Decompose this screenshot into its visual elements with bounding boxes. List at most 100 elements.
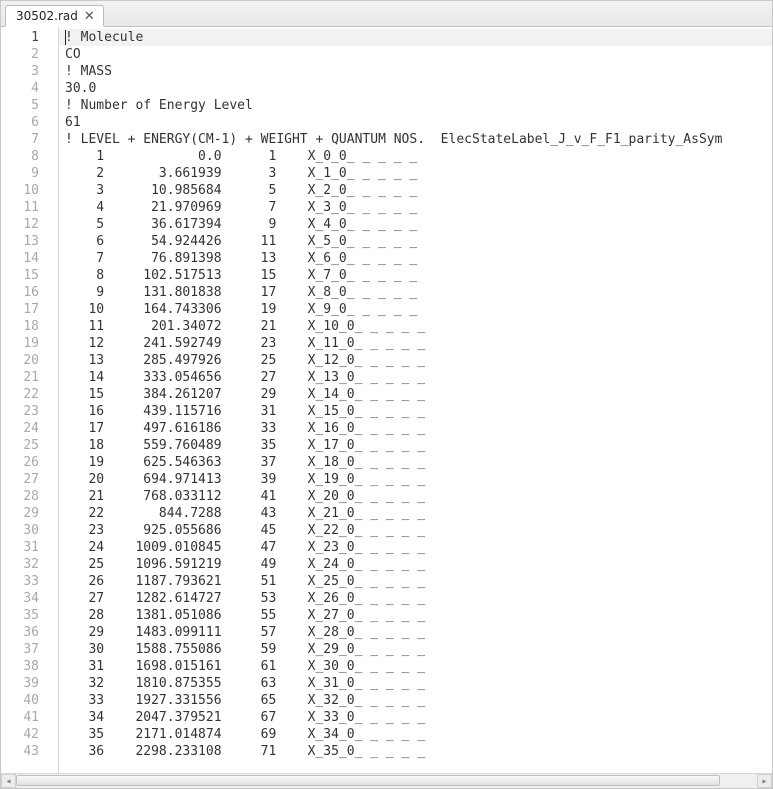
line-number: 31	[1, 539, 39, 556]
code-line[interactable]: 20 694.971413 39 X_19_0_ _ _ _ _	[59, 471, 772, 488]
line-number: 19	[1, 335, 39, 352]
code-line[interactable]: ! LEVEL + ENERGY(CM-1) + WEIGHT + QUANTU…	[59, 131, 772, 148]
line-number: 6	[1, 114, 39, 131]
code-line[interactable]: 6 54.924426 11 X_5_0_ _ _ _ _	[59, 233, 772, 250]
line-number: 23	[1, 403, 39, 420]
line-number: 22	[1, 386, 39, 403]
code-line[interactable]: 27 1282.614727 53 X_26_0_ _ _ _ _	[59, 590, 772, 607]
code-line[interactable]: 11 201.34072 21 X_10_0_ _ _ _ _	[59, 318, 772, 335]
code-content[interactable]: ! MoleculeCO! MASS30.0! Number of Energy…	[59, 27, 772, 773]
line-number: 4	[1, 80, 39, 97]
line-number: 40	[1, 692, 39, 709]
code-line[interactable]: 30.0	[59, 80, 772, 97]
code-line[interactable]: 12 241.592749 23 X_11_0_ _ _ _ _	[59, 335, 772, 352]
editor-window: 30502.rad ✕ 1234567891011121314151617181…	[0, 0, 773, 789]
code-line[interactable]: 4 21.970969 7 X_3_0_ _ _ _ _	[59, 199, 772, 216]
scroll-right-arrow-icon[interactable]: ▸	[757, 774, 772, 788]
line-number: 14	[1, 250, 39, 267]
line-number: 24	[1, 420, 39, 437]
line-number: 25	[1, 437, 39, 454]
code-line[interactable]: 10 164.743306 19 X_9_0_ _ _ _ _	[59, 301, 772, 318]
code-line[interactable]: 30 1588.755086 59 X_29_0_ _ _ _ _	[59, 641, 772, 658]
code-line[interactable]: 15 384.261207 29 X_14_0_ _ _ _ _	[59, 386, 772, 403]
line-number: 10	[1, 182, 39, 199]
code-line[interactable]: ! MASS	[59, 63, 772, 80]
line-number: 33	[1, 573, 39, 590]
line-number: 34	[1, 590, 39, 607]
code-line[interactable]: 16 439.115716 31 X_15_0_ _ _ _ _	[59, 403, 772, 420]
scroll-left-arrow-icon[interactable]: ◂	[1, 774, 16, 788]
line-number: 32	[1, 556, 39, 573]
code-line[interactable]: CO	[59, 46, 772, 63]
code-line[interactable]: 7 76.891398 13 X_6_0_ _ _ _ _	[59, 250, 772, 267]
line-number: 37	[1, 641, 39, 658]
line-number: 36	[1, 624, 39, 641]
line-number: 28	[1, 488, 39, 505]
line-number: 13	[1, 233, 39, 250]
line-number: 38	[1, 658, 39, 675]
code-line[interactable]: 31 1698.015161 61 X_30_0_ _ _ _ _	[59, 658, 772, 675]
code-line[interactable]: 2 3.661939 3 X_1_0_ _ _ _ _	[59, 165, 772, 182]
code-line[interactable]: 35 2171.014874 69 X_34_0_ _ _ _ _	[59, 726, 772, 743]
line-number: 12	[1, 216, 39, 233]
code-line[interactable]: 28 1381.051086 55 X_27_0_ _ _ _ _	[59, 607, 772, 624]
line-number: 43	[1, 743, 39, 760]
line-number: 15	[1, 267, 39, 284]
line-number: 42	[1, 726, 39, 743]
line-number: 17	[1, 301, 39, 318]
line-number: 9	[1, 165, 39, 182]
code-line[interactable]: 61	[59, 114, 772, 131]
line-number: 8	[1, 148, 39, 165]
line-number: 11	[1, 199, 39, 216]
code-line[interactable]: 34 2047.379521 67 X_33_0_ _ _ _ _	[59, 709, 772, 726]
code-line[interactable]: 24 1009.010845 47 X_23_0_ _ _ _ _	[59, 539, 772, 556]
file-tab[interactable]: 30502.rad ✕	[5, 5, 104, 27]
line-number: 3	[1, 63, 39, 80]
code-line[interactable]: 1 0.0 1 X_0_0_ _ _ _ _	[59, 148, 772, 165]
line-number: 7	[1, 131, 39, 148]
gutter-divider	[49, 27, 59, 773]
editor-area[interactable]: 1234567891011121314151617181920212223242…	[1, 27, 772, 773]
code-line[interactable]: ! Molecule	[59, 29, 772, 46]
code-line[interactable]: 13 285.497926 25 X_12_0_ _ _ _ _	[59, 352, 772, 369]
line-number: 41	[1, 709, 39, 726]
line-number: 39	[1, 675, 39, 692]
scroll-thumb[interactable]	[16, 775, 720, 786]
line-number: 21	[1, 369, 39, 386]
horizontal-scrollbar[interactable]: ◂ ▸	[1, 773, 772, 788]
code-line[interactable]: 25 1096.591219 49 X_24_0_ _ _ _ _	[59, 556, 772, 573]
code-line[interactable]: 9 131.801838 17 X_8_0_ _ _ _ _	[59, 284, 772, 301]
code-line[interactable]: 21 768.033112 41 X_20_0_ _ _ _ _	[59, 488, 772, 505]
code-line[interactable]: 36 2298.233108 71 X_35_0_ _ _ _ _	[59, 743, 772, 760]
code-line[interactable]: 17 497.616186 33 X_16_0_ _ _ _ _	[59, 420, 772, 437]
line-number: 2	[1, 46, 39, 63]
line-number: 29	[1, 505, 39, 522]
code-line[interactable]: 29 1483.099111 57 X_28_0_ _ _ _ _	[59, 624, 772, 641]
code-line[interactable]: 8 102.517513 15 X_7_0_ _ _ _ _	[59, 267, 772, 284]
line-number: 18	[1, 318, 39, 335]
code-line[interactable]: 32 1810.875355 63 X_31_0_ _ _ _ _	[59, 675, 772, 692]
tab-filename: 30502.rad	[16, 9, 78, 23]
code-line[interactable]: 3 10.985684 5 X_2_0_ _ _ _ _	[59, 182, 772, 199]
line-number: 27	[1, 471, 39, 488]
close-icon[interactable]: ✕	[84, 10, 95, 23]
line-number-gutter: 1234567891011121314151617181920212223242…	[1, 27, 49, 773]
code-line[interactable]: ! Number of Energy Level	[59, 97, 772, 114]
code-line[interactable]: 23 925.055686 45 X_22_0_ _ _ _ _	[59, 522, 772, 539]
line-number: 5	[1, 97, 39, 114]
line-number: 20	[1, 352, 39, 369]
code-line[interactable]: 14 333.054656 27 X_13_0_ _ _ _ _	[59, 369, 772, 386]
line-number: 26	[1, 454, 39, 471]
code-line[interactable]: 33 1927.331556 65 X_32_0_ _ _ _ _	[59, 692, 772, 709]
line-number: 16	[1, 284, 39, 301]
code-line[interactable]: 26 1187.793621 51 X_25_0_ _ _ _ _	[59, 573, 772, 590]
code-line[interactable]: 5 36.617394 9 X_4_0_ _ _ _ _	[59, 216, 772, 233]
scroll-track[interactable]	[16, 774, 757, 788]
code-line[interactable]: 19 625.546363 37 X_18_0_ _ _ _ _	[59, 454, 772, 471]
text-cursor	[65, 30, 66, 45]
line-number: 1	[1, 29, 39, 46]
code-line[interactable]: 18 559.760489 35 X_17_0_ _ _ _ _	[59, 437, 772, 454]
line-number: 35	[1, 607, 39, 624]
code-line[interactable]: 22 844.7288 43 X_21_0_ _ _ _ _	[59, 505, 772, 522]
tab-bar: 30502.rad ✕	[1, 1, 772, 27]
